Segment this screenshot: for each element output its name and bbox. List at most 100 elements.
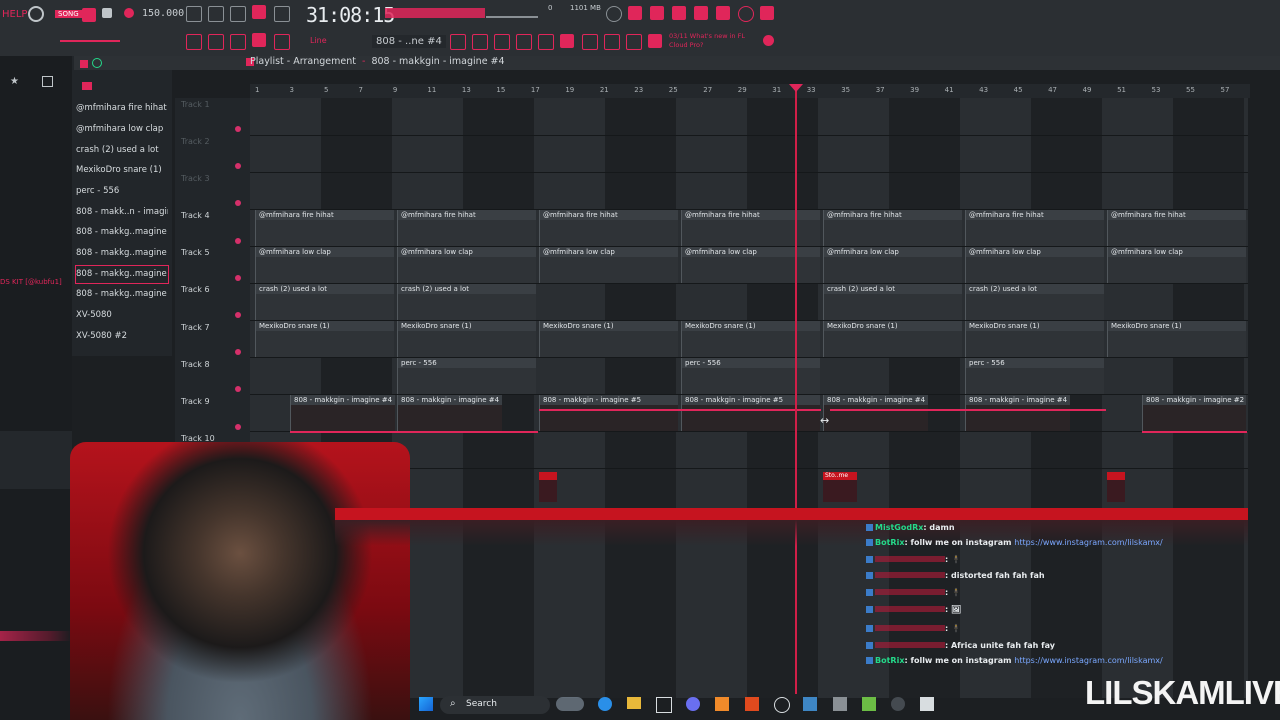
picker-item-selected[interactable]: 808 - makkg..magine #4 (75, 265, 169, 284)
pattern-clip[interactable]: crash (2) used a lot (965, 284, 1104, 320)
help-menu[interactable]: HELP (2, 9, 27, 20)
pattern-clip[interactable]: crash (2) used a lot (255, 284, 394, 320)
track-label[interactable]: Track 6 (181, 285, 210, 294)
cloud-icon[interactable] (648, 34, 662, 48)
pattern-clip[interactable]: MexikoDro snare (1) (397, 321, 536, 357)
news-line-1[interactable]: 03/11 What's new in FL (669, 32, 745, 40)
pattern-clip[interactable]: @mfmihara low clap (1107, 247, 1246, 283)
magnet-icon[interactable] (92, 58, 102, 68)
pencil-icon[interactable] (230, 34, 246, 50)
plugin-picker-icon[interactable] (582, 34, 598, 50)
pattern-clip[interactable]: MexikoDro snare (1) (823, 321, 962, 357)
pattern-clip[interactable]: @mfmihara fire hihat (255, 210, 394, 246)
song-position-clock[interactable]: 31:08:15 (306, 3, 395, 27)
track-mute-icon[interactable] (235, 238, 241, 244)
brave-icon[interactable] (745, 697, 759, 711)
pattern-clip[interactable]: MexikoDro snare (1) (681, 321, 820, 357)
playhead-marker[interactable] (795, 84, 797, 694)
plugin-icon[interactable] (716, 6, 730, 20)
mixer-icon[interactable] (628, 6, 642, 20)
save-icon[interactable] (694, 6, 708, 20)
pattern-clip[interactable]: @mfmihara fire hihat (681, 210, 820, 246)
track-label[interactable]: Track 7 (181, 323, 210, 332)
track-mute-icon[interactable] (235, 424, 241, 430)
picker-item[interactable]: @mfmihara fire hihat (76, 100, 168, 117)
audio-clip[interactable]: Sto..me (823, 472, 857, 502)
picker-item[interactable]: XV-5080 #2 (76, 328, 168, 345)
microphone-icon[interactable] (650, 6, 664, 20)
track-row[interactable] (250, 98, 1248, 136)
arrow-right-icon[interactable] (208, 34, 224, 50)
pattern-clip[interactable]: 808 - makkgin - imagine #2 (1142, 395, 1246, 431)
pattern-clip[interactable]: MexikoDro snare (1) (255, 321, 394, 357)
track-row[interactable] (250, 172, 1248, 210)
picker-menu-icon[interactable] (82, 82, 92, 90)
chat-icon[interactable] (738, 6, 754, 22)
edge-icon[interactable] (598, 697, 612, 711)
disk-icon[interactable] (891, 697, 905, 711)
pattern-clip[interactable]: 808 - makkgin - imagine #4 (823, 395, 928, 431)
news-close-icon[interactable] (763, 35, 774, 46)
metronome-icon[interactable] (186, 6, 202, 22)
touch-keyboard-icon[interactable] (604, 34, 620, 50)
windows-start-icon[interactable] (419, 697, 433, 711)
plugin-database-icon[interactable] (560, 34, 574, 48)
stop-button[interactable] (102, 8, 112, 18)
pattern-icon[interactable] (186, 34, 202, 50)
picker-item[interactable]: @mfmihara low clap (76, 121, 168, 138)
pattern-clip[interactable]: MexikoDro snare (1) (1107, 321, 1246, 357)
pattern-clip[interactable]: @mfmihara low clap (255, 247, 394, 283)
obs-icon[interactable] (920, 697, 934, 711)
pattern-clip[interactable]: MexikoDro snare (1) (539, 321, 678, 357)
file-explorer-icon[interactable] (627, 697, 641, 709)
picker-item[interactable]: 808 - makkg..magine #3 (76, 245, 168, 262)
track-label[interactable]: Track 3 (181, 174, 210, 183)
song-mode-badge[interactable]: SONG (55, 10, 82, 18)
track-mute-icon[interactable] (235, 349, 241, 355)
download-icon[interactable] (760, 6, 774, 20)
pattern-clip[interactable]: crash (2) used a lot (397, 284, 536, 320)
pattern-clip[interactable]: perc - 556 (397, 358, 536, 394)
playhead-handle-icon[interactable] (789, 84, 803, 92)
chat-link[interactable]: https://www.instagram.com/lilskamx/ (1014, 656, 1162, 665)
script-output-icon[interactable] (626, 34, 642, 50)
audio-clip[interactable] (1107, 472, 1125, 502)
playlist-options-icon[interactable] (80, 60, 88, 68)
wait-input-icon[interactable] (208, 6, 224, 22)
chat-link[interactable]: https://www.instagram.com/lilskamx/ (1014, 538, 1162, 547)
picker-item[interactable]: 808 - makkg..magine #5 (76, 286, 168, 303)
picker-item[interactable]: XV-5080 (76, 307, 168, 324)
tempo-display[interactable]: 150.000 (142, 8, 184, 19)
track-mute-icon[interactable] (235, 200, 241, 206)
draw-tool-icon[interactable] (252, 33, 266, 47)
pattern-clip[interactable]: MexikoDro snare (1) (965, 321, 1104, 357)
master-volume-slider[interactable] (60, 40, 120, 42)
master-pitch-slider[interactable] (486, 16, 538, 18)
browser-icon[interactable] (538, 34, 554, 50)
pattern-clip[interactable]: perc - 556 (681, 358, 820, 394)
track-label[interactable]: Track 4 (181, 211, 210, 220)
play-button[interactable] (82, 8, 96, 22)
snap-selector[interactable]: Line (310, 36, 327, 45)
help-icon[interactable] (672, 6, 686, 20)
pattern-clip[interactable]: @mfmihara low clap (823, 247, 962, 283)
news-line-2[interactable]: Cloud Pro? (669, 41, 703, 49)
timeline-ruler[interactable]: 1 3 5 7 9 11 13 15 17 19 21 23 25 27 29 31 33 35 37 39 41 43 4… (250, 84, 1250, 98)
pattern-clip[interactable]: @mfmihara low clap (397, 247, 536, 283)
steam-icon[interactable] (803, 697, 817, 711)
taskbar-search[interactable]: ⌕ Search (440, 696, 550, 714)
pattern-clip[interactable]: @mfmihara low clap (965, 247, 1104, 283)
pattern-clip[interactable]: @mfmihara low clap (539, 247, 678, 283)
brush-icon[interactable] (274, 34, 290, 50)
mixer-window-icon[interactable] (516, 34, 532, 50)
loop-record-icon[interactable] (274, 6, 290, 22)
channel-rack-icon[interactable] (494, 34, 510, 50)
picker-item[interactable]: crash (2) used a lot (76, 142, 168, 159)
track-label[interactable]: Track 1 (181, 100, 210, 109)
pattern-clip[interactable]: 808 - makkgin - imagine #4 (965, 395, 1070, 431)
pattern-clip[interactable]: 808 - makkgin - imagine #5 (681, 395, 820, 431)
picker-item[interactable]: perc - 556 (76, 183, 168, 200)
playlist-icon[interactable] (450, 34, 466, 50)
pattern-clip[interactable]: perc - 556 (965, 358, 1104, 394)
track-mute-icon[interactable] (235, 163, 241, 169)
